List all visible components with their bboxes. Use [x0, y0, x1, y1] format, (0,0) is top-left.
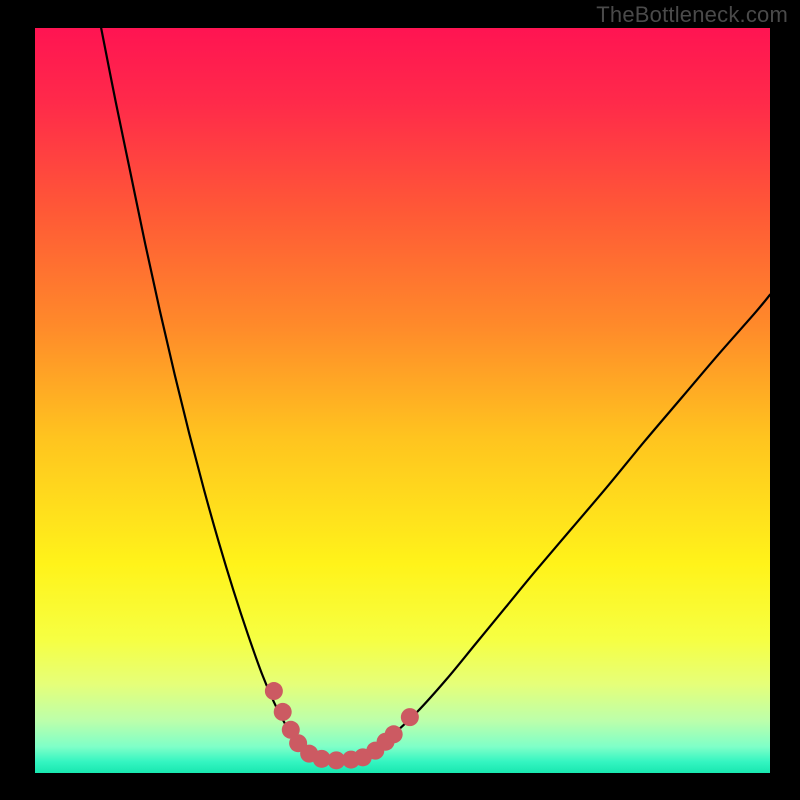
data-point-marker	[265, 682, 283, 700]
plot-background	[35, 28, 770, 773]
watermark-text: TheBottleneck.com	[596, 2, 788, 28]
chart-frame: TheBottleneck.com	[0, 0, 800, 800]
chart-svg	[0, 0, 800, 800]
data-point-marker	[385, 725, 403, 743]
data-point-marker	[401, 708, 419, 726]
data-point-marker	[274, 703, 292, 721]
